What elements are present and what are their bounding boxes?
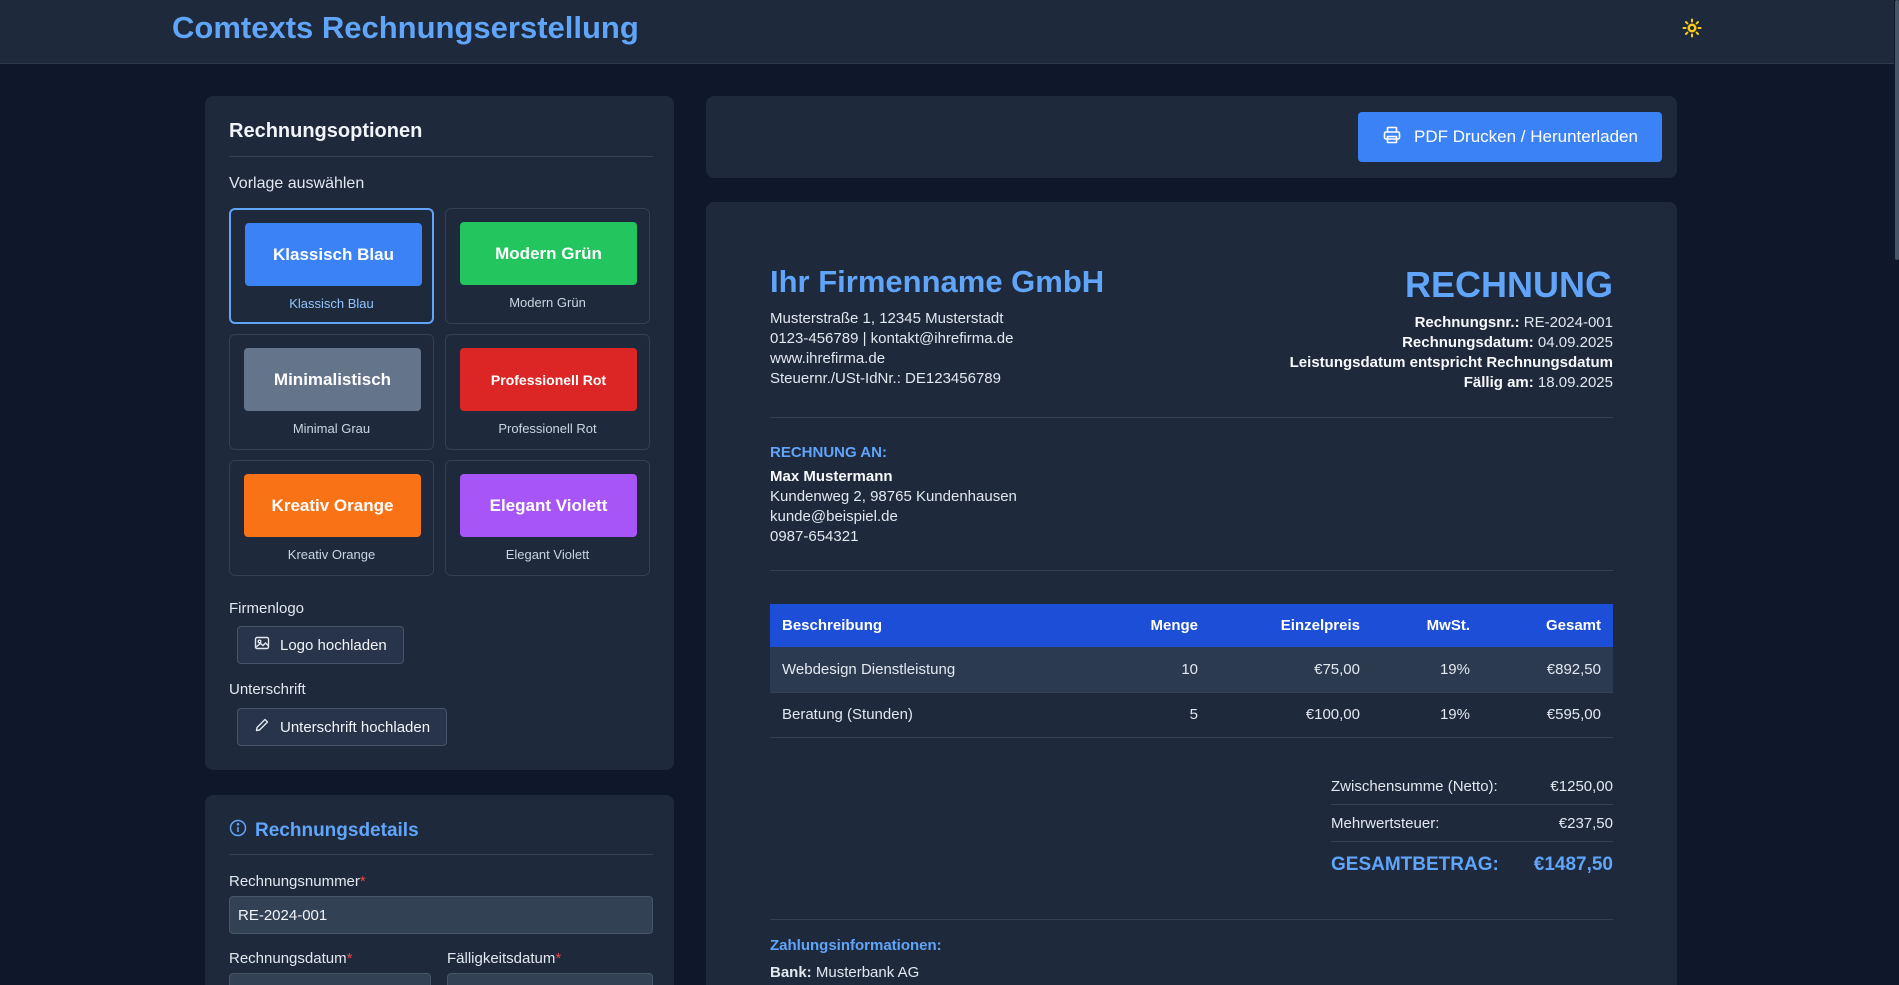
- customer-name: Max Mustermann: [770, 468, 893, 485]
- invoice-details-panel: Rechnungsdetails Rechnungsnummer* Rechnu…: [205, 795, 674, 985]
- due-date-meta: Fällig am: 18.09.2025: [1463, 374, 1613, 391]
- column-header: Beschreibung: [770, 604, 1110, 647]
- template-card-professionell-rot[interactable]: Professionell Rot Professionell Rot: [445, 334, 650, 450]
- table-cell: Beratung (Stunden): [770, 692, 1110, 738]
- table-cell: 5: [1110, 692, 1210, 738]
- invoice-date-meta: Rechnungsdatum: 04.09.2025: [1402, 334, 1613, 351]
- table-header-row: Beschreibung Menge Einzelpreis MwSt. Ges…: [770, 604, 1613, 647]
- top-bar: Comtexts Rechnungserstellung: [0, 0, 1894, 64]
- column-header: Gesamt: [1482, 604, 1613, 647]
- company-website: www.ihrefirma.de: [770, 350, 886, 367]
- template-card-modern-gruen[interactable]: Modern Grün Modern Grün: [445, 208, 650, 324]
- invoice-date-label: Rechnungsdatum*: [229, 950, 353, 967]
- table-cell: 10: [1110, 647, 1210, 693]
- due-date-input[interactable]: [447, 973, 653, 985]
- table-cell: €100,00: [1210, 692, 1372, 738]
- image-icon: [254, 635, 270, 655]
- info-icon: [229, 819, 247, 843]
- divider: [770, 570, 1613, 571]
- upload-logo-label: Logo hochladen: [280, 636, 387, 654]
- divider: [229, 156, 653, 157]
- invoice-number-label: Rechnungsnummer*: [229, 873, 366, 890]
- pdf-button-label: PDF Drucken / Herunterladen: [1414, 127, 1638, 146]
- details-heading-text: Rechnungsdetails: [255, 820, 419, 841]
- scrollbar-thumb[interactable]: [1895, 0, 1899, 260]
- upload-signature-label: Unterschrift hochladen: [280, 718, 431, 736]
- upload-logo-button[interactable]: Logo hochladen: [237, 626, 404, 664]
- invoice-title: RECHNUNG: [1404, 264, 1613, 305]
- invoice-number-input[interactable]: [229, 896, 653, 934]
- template-label: Vorlage auswählen: [229, 175, 365, 192]
- divider: [229, 854, 653, 855]
- options-heading: Rechnungsoptionen: [229, 120, 423, 142]
- signature-label: Unterschrift: [229, 681, 306, 698]
- action-bar: PDF Drucken / Herunterladen: [706, 96, 1677, 178]
- vat-label: Mehrwertsteuer:: [1331, 814, 1440, 832]
- company-contact: 0123-456789 | kontakt@ihrefirma.de: [770, 330, 1014, 347]
- customer-phone: 0987-654321: [770, 528, 859, 545]
- logo-label: Firmenlogo: [229, 600, 305, 617]
- bank-line: Bank: Musterbank AG: [770, 964, 920, 981]
- column-header: Einzelpreis: [1210, 604, 1372, 647]
- template-label-text: Modern Grün: [509, 295, 586, 310]
- grand-total-value: €1487,50: [1533, 854, 1613, 875]
- table-row: Beratung (Stunden) 5 €100,00 19% €595,00: [770, 692, 1613, 738]
- table-cell: 19%: [1372, 692, 1482, 738]
- sun-icon[interactable]: [1680, 16, 1704, 40]
- app-title: Comtexts Rechnungserstellung: [172, 10, 639, 45]
- customer-email: kunde@beispiel.de: [770, 508, 898, 525]
- bill-to-label: RECHNUNG AN:: [770, 444, 887, 461]
- grand-total-row: GESAMTBETRAG: €1487,50: [1331, 842, 1613, 888]
- template-swatch: Klassisch Blau: [245, 223, 422, 286]
- template-swatch: Professionell Rot: [460, 348, 637, 411]
- company-name: Ihr Firmenname GmbH: [770, 264, 1105, 299]
- divider: [770, 417, 1613, 418]
- invoice-preview: Ihr Firmenname GmbH Musterstraße 1, 1234…: [706, 202, 1677, 985]
- template-card-klassisch-blau[interactable]: Klassisch Blau Klassisch Blau: [229, 208, 434, 324]
- company-address: Musterstraße 1, 12345 Musterstadt: [770, 310, 1004, 327]
- table-cell: 19%: [1372, 647, 1482, 693]
- invoice-number-meta: Rechnungsnr.: RE-2024-001: [1414, 314, 1613, 331]
- subtotal-row: Zwischensumme (Netto): €1250,00: [1331, 768, 1613, 805]
- items-table: Beschreibung Menge Einzelpreis MwSt. Ges…: [770, 604, 1613, 738]
- template-swatch: Kreativ Orange: [244, 474, 421, 537]
- table-cell: €75,00: [1210, 647, 1372, 693]
- table-cell: Webdesign Dienstleistung: [770, 647, 1110, 693]
- invoice-options-panel: Rechnungsoptionen Vorlage auswählen Klas…: [205, 96, 674, 770]
- grand-total-label: GESAMTBETRAG:: [1331, 854, 1499, 875]
- pencil-icon: [254, 717, 270, 737]
- template-swatch: Minimalistisch: [244, 348, 421, 411]
- template-label-text: Kreativ Orange: [287, 547, 376, 562]
- payment-info-label: Zahlungsinformationen:: [770, 937, 942, 954]
- template-label-text: Elegant Violett: [505, 547, 590, 562]
- printer-icon: [1382, 125, 1402, 150]
- template-swatch: Elegant Violett: [460, 474, 637, 537]
- upload-signature-button[interactable]: Unterschrift hochladen: [237, 708, 448, 746]
- table-cell: €595,00: [1482, 692, 1613, 738]
- subtotal-value: €1250,00: [1550, 777, 1613, 795]
- template-swatch: Modern Grün: [460, 222, 637, 285]
- column-header: Menge: [1110, 604, 1210, 647]
- template-label-text: Minimal Grau: [292, 421, 371, 436]
- template-card-kreativ-orange[interactable]: Kreativ Orange Kreativ Orange: [229, 460, 434, 576]
- due-date-label: Fälligkeitsdatum*: [447, 950, 562, 967]
- service-date-note: Leistungsdatum entspricht Rechnungsdatum: [1289, 354, 1613, 371]
- table-cell: €892,50: [1482, 647, 1613, 693]
- template-card-minimal-grau[interactable]: Minimalistisch Minimal Grau: [229, 334, 434, 450]
- totals-block: Zwischensumme (Netto): €1250,00 Mehrwert…: [1331, 768, 1613, 888]
- vat-value: €237,50: [1558, 814, 1613, 832]
- company-tax-id: Steuernr./USt-IdNr.: DE123456789: [770, 370, 1001, 387]
- template-card-elegant-violett[interactable]: Elegant Violett Elegant Violett: [445, 460, 650, 576]
- template-label-text: Professionell Rot: [498, 421, 597, 436]
- customer-address: Kundenweg 2, 98765 Kundenhausen: [770, 488, 1017, 505]
- invoice-date-input[interactable]: [229, 973, 431, 985]
- details-heading: Rechnungsdetails: [229, 819, 419, 843]
- pdf-download-button[interactable]: PDF Drucken / Herunterladen: [1358, 112, 1662, 162]
- template-label-text: Klassisch Blau: [289, 296, 374, 311]
- vat-row: Mehrwertsteuer: €237,50: [1331, 805, 1613, 842]
- column-header: MwSt.: [1372, 604, 1482, 647]
- subtotal-label: Zwischensumme (Netto):: [1331, 777, 1498, 795]
- divider: [770, 919, 1613, 920]
- table-row: Webdesign Dienstleistung 10 €75,00 19% €…: [770, 647, 1613, 693]
